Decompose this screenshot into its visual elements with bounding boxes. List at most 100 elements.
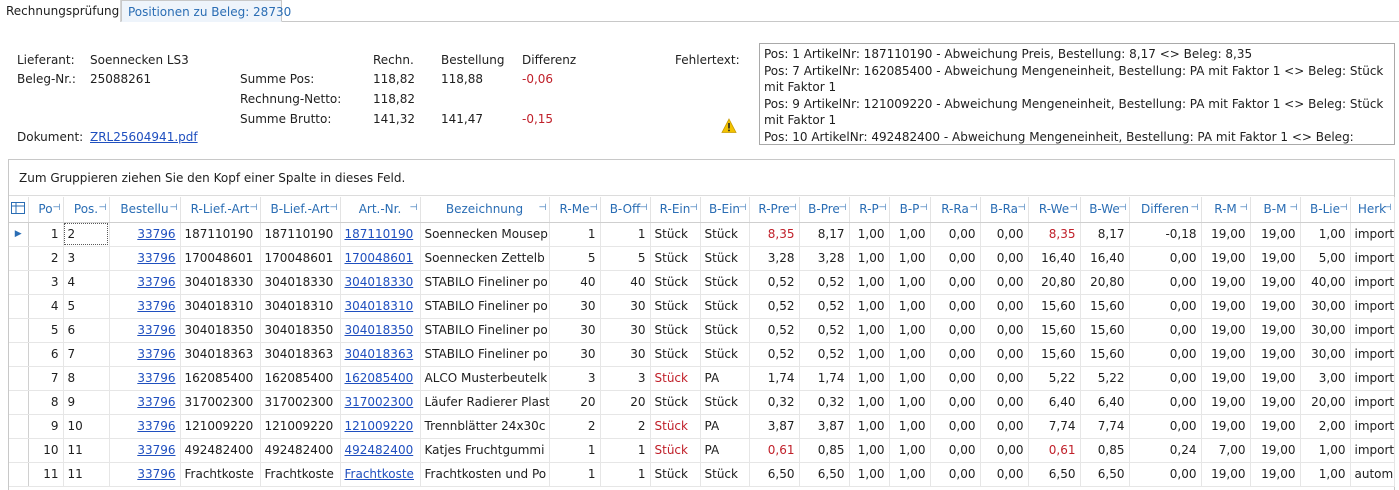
filter-pin-icon[interactable]: ⊣ (640, 203, 648, 213)
cell-bpre[interactable]: 0,32 (799, 390, 850, 415)
row-indicator-icon[interactable]: ▶ (9, 222, 29, 247)
cell-best[interactable]: 33796 (109, 294, 181, 319)
cell-rme[interactable]: 1 (549, 222, 601, 247)
cell-best[interactable]: 33796 (109, 390, 181, 415)
bestellung-link[interactable]: 33796 (137, 371, 175, 385)
filter-pin-icon[interactable]: ⊣ (590, 203, 598, 213)
cell-blie[interactable]: 1,00 (1300, 438, 1351, 463)
column-header[interactable]: Art.-Nr. ⊣ (340, 197, 421, 223)
table-row[interactable]: 6 7 33796 304018363 304018363 304018363 STABIL… (9, 342, 1395, 367)
artikel-link[interactable]: 304018310 (345, 299, 414, 313)
cell-blief[interactable]: 304018330 (260, 270, 341, 295)
column-chooser-icon[interactable] (9, 197, 29, 223)
cell-rein[interactable]: Stück (650, 294, 701, 319)
cell-best[interactable]: 33796 (109, 366, 181, 391)
cell-herk[interactable]: import (1350, 246, 1395, 271)
filter-pin-icon[interactable]: ⊣ (1290, 203, 1298, 213)
cell-rme[interactable]: 1 (549, 438, 601, 463)
cell-rme[interactable]: 5 (549, 246, 601, 271)
cell-diff[interactable]: -0,18 (1129, 222, 1202, 247)
column-header[interactable]: R-Me ⊣ (549, 197, 601, 223)
row-indicator[interactable] (9, 414, 29, 439)
cell-rlief[interactable]: 304018330 (180, 270, 261, 295)
cell-art[interactable]: 304018330 (340, 270, 421, 295)
cell-rwe[interactable]: 16,40 (1028, 246, 1081, 271)
cell-rp[interactable]: 1,00 (849, 342, 890, 367)
cell-bwe[interactable]: 8,17 (1080, 222, 1130, 247)
cell-blie[interactable]: 3,00 (1300, 366, 1351, 391)
cell-rra[interactable]: 0,00 (930, 462, 981, 487)
artikel-link[interactable]: 492482400 (345, 443, 414, 457)
cell-bm[interactable]: 19,00 (1250, 246, 1301, 271)
cell-rein[interactable]: Stück (650, 270, 701, 295)
cell-boff[interactable]: 1 (600, 438, 651, 463)
cell-bra[interactable]: 0,00 (980, 318, 1029, 343)
cell-rpre[interactable]: 0,52 (749, 294, 800, 319)
cell-bm[interactable]: 19,00 (1250, 366, 1301, 391)
cell-rme[interactable]: 3 (549, 366, 601, 391)
cell-blie[interactable]: 30,00 (1300, 342, 1351, 367)
cell-diff[interactable]: 0,00 (1129, 318, 1202, 343)
cell-bwe[interactable]: 16,40 (1080, 246, 1130, 271)
filter-pin-icon[interactable]: ⊣ (1340, 203, 1348, 213)
column-header[interactable]: R-M ⊣ (1201, 197, 1251, 223)
cell-rlief[interactable]: 162085400 (180, 366, 261, 391)
cell-diff[interactable]: 0,00 (1129, 342, 1202, 367)
cell-rm[interactable]: 19,00 (1201, 462, 1251, 487)
cell-rra[interactable]: 0,00 (930, 366, 981, 391)
cell-rme[interactable]: 30 (549, 318, 601, 343)
filter-pin-icon[interactable]: ⊣ (250, 203, 258, 213)
cell-rein[interactable]: Stück (650, 438, 701, 463)
cell-bp[interactable]: 1,00 (889, 222, 931, 247)
column-header[interactable]: B-Ra ⊣ (980, 197, 1029, 223)
cell-rm[interactable]: 19,00 (1201, 270, 1251, 295)
cell-bez[interactable]: Trennblätter 24x30c (420, 414, 550, 439)
cell-rwe[interactable]: 7,74 (1028, 414, 1081, 439)
filter-pin-icon[interactable]: ⊣ (170, 203, 178, 213)
cell-art[interactable]: 304018363 (340, 342, 421, 367)
cell-bra[interactable]: 0,00 (980, 366, 1029, 391)
cell-bra[interactable]: 0,00 (980, 438, 1029, 463)
cell-blief[interactable]: Frachtkoste (260, 462, 341, 487)
cell-diff[interactable]: 0,24 (1129, 438, 1202, 463)
cell-rwe[interactable]: 15,60 (1028, 318, 1081, 343)
cell-po[interactable]: 5 (28, 318, 64, 343)
cell-blief[interactable]: 304018363 (260, 342, 341, 367)
cell-rpre[interactable]: 3,87 (749, 414, 800, 439)
cell-rlief[interactable]: 187110190 (180, 222, 261, 247)
filter-pin-icon[interactable]: ⊣ (690, 203, 698, 213)
cell-rp[interactable]: 1,00 (849, 270, 890, 295)
column-header[interactable]: R-Pre ⊣ (749, 197, 800, 223)
column-header[interactable]: B-Off ⊣ (600, 197, 651, 223)
cell-rpre[interactable]: 0,52 (749, 318, 800, 343)
cell-blief[interactable]: 317002300 (260, 390, 341, 415)
cell-bp[interactable]: 1,00 (889, 318, 931, 343)
table-row[interactable]: 9 10 33796 121009220 121009220 121009220 Trenn… (9, 414, 1395, 439)
cell-pos[interactable]: 9 (63, 390, 110, 415)
cell-rra[interactable]: 0,00 (930, 294, 981, 319)
cell-blief[interactable]: 304018350 (260, 318, 341, 343)
column-header[interactable]: Pos. ⊣ (63, 197, 110, 223)
cell-rein[interactable]: Stück (650, 318, 701, 343)
cell-rra[interactable]: 0,00 (930, 246, 981, 271)
cell-rlief[interactable]: 304018363 (180, 342, 261, 367)
filter-pin-icon[interactable]: ⊣ (839, 203, 847, 213)
cell-boff[interactable]: 1 (600, 222, 651, 247)
table-row[interactable]: 5 6 33796 304018350 304018350 304018350 STABIL… (9, 318, 1395, 343)
filter-pin-icon[interactable]: ⊣ (920, 203, 928, 213)
cell-bwe[interactable]: 7,74 (1080, 414, 1130, 439)
cell-diff[interactable]: 0,00 (1129, 390, 1202, 415)
cell-art[interactable]: 162085400 (340, 366, 421, 391)
cell-bp[interactable]: 1,00 (889, 270, 931, 295)
row-indicator[interactable] (9, 318, 29, 343)
dokument-link[interactable]: ZRL25604941.pdf (90, 130, 198, 144)
cell-pos[interactable]: 10 (63, 414, 110, 439)
group-by-panel[interactable]: Zum Gruppieren ziehen Sie den Kopf einer… (9, 160, 1394, 196)
cell-blie[interactable]: 2,00 (1300, 414, 1351, 439)
cell-bp[interactable]: 1,00 (889, 366, 931, 391)
cell-po[interactable]: 8 (28, 390, 64, 415)
cell-bwe[interactable]: 15,60 (1080, 318, 1130, 343)
cell-rp[interactable]: 1,00 (849, 438, 890, 463)
cell-boff[interactable]: 30 (600, 294, 651, 319)
column-header[interactable]: Bezeichnung ⊣ (420, 197, 550, 223)
